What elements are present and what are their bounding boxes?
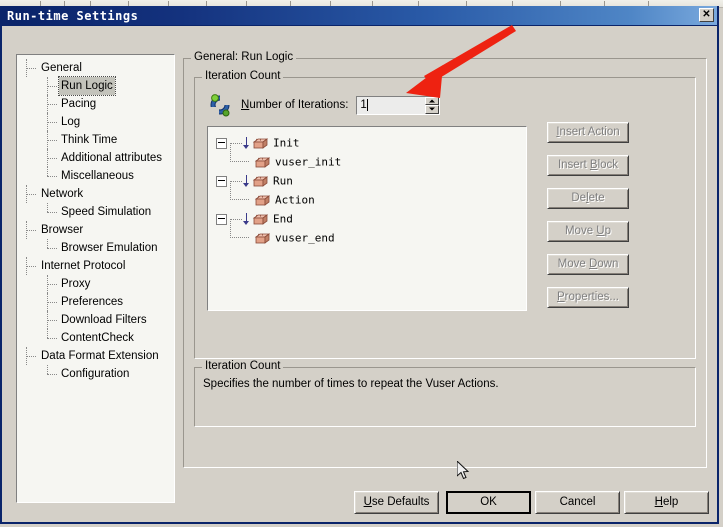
- runtime-settings-dialog: Run-time Settings ✕ General Run Logic Paci…: [0, 6, 719, 524]
- tree-item-network[interactable]: Network: [17, 185, 174, 203]
- tree-item-label: Speed Simulation: [61, 206, 152, 218]
- action-row-label: Init: [273, 136, 300, 150]
- titlebar-buttons: ✕: [699, 8, 714, 22]
- tree-item-label: Additional attributes: [61, 152, 163, 164]
- use-defaults-button[interactable]: Use Defaults: [354, 491, 439, 514]
- cancel-button[interactable]: Cancel: [535, 491, 620, 514]
- action-row-vuser_init[interactable]: vuser_init: [212, 143, 526, 171]
- tree-item-proxy[interactable]: Proxy: [17, 275, 174, 293]
- tree-connector: [230, 143, 249, 162]
- insert-block-button[interactable]: Insert Block: [547, 155, 629, 176]
- tree-item-internet-protocol[interactable]: Internet Protocol: [17, 257, 174, 275]
- action-row-run[interactable]: Run: [212, 171, 526, 190]
- action-icon: [254, 232, 271, 244]
- action-row-label: End: [273, 212, 293, 226]
- tree-item-label: Run Logic: [58, 76, 116, 96]
- block-icon: [252, 213, 269, 225]
- description-text: Specifies the number of times to repeat …: [203, 378, 499, 390]
- iterations-label: Number of Iterations:: [241, 99, 349, 111]
- collapse-icon[interactable]: [216, 137, 227, 149]
- text-caret: [366, 99, 368, 111]
- iterations-row: Number of Iterations: 1: [207, 92, 441, 118]
- dialog-body: General Run Logic Pacing Log Think Time Addit…: [2, 26, 717, 523]
- spinner-up-icon[interactable]: [425, 96, 440, 105]
- action-row-label: vuser_init: [275, 155, 342, 169]
- move-up-button[interactable]: Move Up: [547, 221, 629, 242]
- tree-item-contentcheck[interactable]: ContentCheck: [17, 329, 174, 347]
- action-buttons-group: Insert Action Insert Block Delete Move Up Mo…: [547, 122, 629, 308]
- description-legend: Iteration Count: [202, 360, 284, 372]
- iteration-count-groupbox: Iteration Count Number of Iterations: 1 …: [194, 70, 696, 359]
- help-button[interactable]: Help: [624, 491, 709, 514]
- tree-connector: [230, 181, 249, 200]
- tree-item-label: ContentCheck: [61, 332, 134, 344]
- action-row-label: vuser_end: [275, 231, 335, 245]
- iterations-value: 1: [360, 99, 367, 111]
- block-icon: [252, 137, 269, 149]
- tree-item-label: Configuration: [61, 368, 130, 380]
- tree-connector: [230, 219, 249, 238]
- action-row-action[interactable]: Action: [212, 181, 526, 209]
- action-tree[interactable]: Init vuser_init Run Action End vuser_end: [207, 126, 527, 311]
- tree-item-label: Think Time: [61, 134, 118, 146]
- tree-item-label: Miscellaneous: [61, 170, 134, 182]
- tree-item-log[interactable]: Log: [17, 113, 174, 131]
- iteration-count-legend: Iteration Count: [202, 70, 284, 82]
- action-icon: [254, 194, 271, 206]
- action-row-label: Action: [275, 193, 315, 207]
- tree-item-label: Proxy: [61, 278, 91, 290]
- dialog-title: Run-time Settings: [7, 8, 139, 23]
- ok-button[interactable]: OK: [446, 491, 531, 514]
- action-row-end[interactable]: End: [212, 209, 526, 228]
- tree-item-browser[interactable]: Browser: [17, 221, 174, 239]
- iterations-spinner[interactable]: 1: [356, 95, 441, 115]
- tree-item-label: Browser: [41, 224, 84, 236]
- tree-item-miscellaneous[interactable]: Miscellaneous: [17, 167, 174, 185]
- action-row-label: Run: [273, 174, 293, 188]
- tree-item-general[interactable]: General: [17, 59, 174, 77]
- tree-item-preferences[interactable]: Preferences: [17, 293, 174, 311]
- insert-action-button[interactable]: Insert Action: [547, 122, 629, 143]
- tree-item-think-time[interactable]: Think Time: [17, 131, 174, 149]
- dialog-titlebar[interactable]: Run-time Settings ✕: [2, 6, 717, 26]
- description-groupbox: Iteration Count Specifies the number of …: [194, 360, 696, 427]
- action-icon: [254, 156, 271, 168]
- block-icon: [252, 175, 269, 187]
- tree-item-label: Data Format Extension: [41, 350, 159, 362]
- content-pane: General: Run Logic Iteration Count Numbe…: [183, 48, 707, 468]
- page-title: General: Run Logic: [191, 51, 297, 63]
- close-icon[interactable]: ✕: [699, 8, 714, 22]
- tree-item-label: Log: [61, 116, 81, 128]
- tree-item-label: Download Filters: [61, 314, 147, 326]
- action-row-vuser_end[interactable]: vuser_end: [212, 219, 526, 247]
- delete-button[interactable]: Delete: [547, 188, 629, 209]
- tree-item-label: Preferences: [61, 296, 124, 308]
- tree-item-label: Browser Emulation: [61, 242, 158, 254]
- tree-item-additional-attributes[interactable]: Additional attributes: [17, 149, 174, 167]
- tree-item-download-filters[interactable]: Download Filters: [17, 311, 174, 329]
- spinner-down-icon[interactable]: [425, 105, 440, 114]
- dialog-footer: Use Defaults OK Cancel Help: [2, 491, 717, 515]
- tree-item-pacing[interactable]: Pacing: [17, 95, 174, 113]
- move-down-button[interactable]: Move Down: [547, 254, 629, 275]
- settings-tree[interactable]: General Run Logic Pacing Log Think Time Addit…: [16, 54, 175, 503]
- tree-item-label: General: [41, 62, 82, 74]
- tree-item-configuration[interactable]: Configuration: [17, 365, 174, 383]
- tree-item-data-format-extension[interactable]: Data Format Extension: [17, 347, 174, 365]
- tree-item-label: Network: [41, 188, 84, 200]
- tree-item-label: Pacing: [61, 98, 97, 110]
- action-row-init[interactable]: Init: [212, 133, 526, 152]
- properties-button[interactable]: Properties...: [547, 287, 629, 308]
- run-logic-icon: [207, 92, 233, 118]
- spinner-buttons[interactable]: [425, 96, 440, 114]
- screen-root: Run-time Settings ✕ General Run Logic Paci…: [0, 0, 723, 527]
- tree-item-run-logic[interactable]: Run Logic: [17, 76, 174, 96]
- page-groupbox: General: Run Logic Iteration Count Numbe…: [183, 51, 707, 468]
- tree-item-label: Internet Protocol: [41, 260, 126, 272]
- tree-item-speed-simulation[interactable]: Speed Simulation: [17, 203, 174, 221]
- collapse-icon[interactable]: [216, 175, 227, 187]
- tree-item-browser-emulation[interactable]: Browser Emulation: [17, 239, 174, 257]
- collapse-icon[interactable]: [216, 213, 227, 225]
